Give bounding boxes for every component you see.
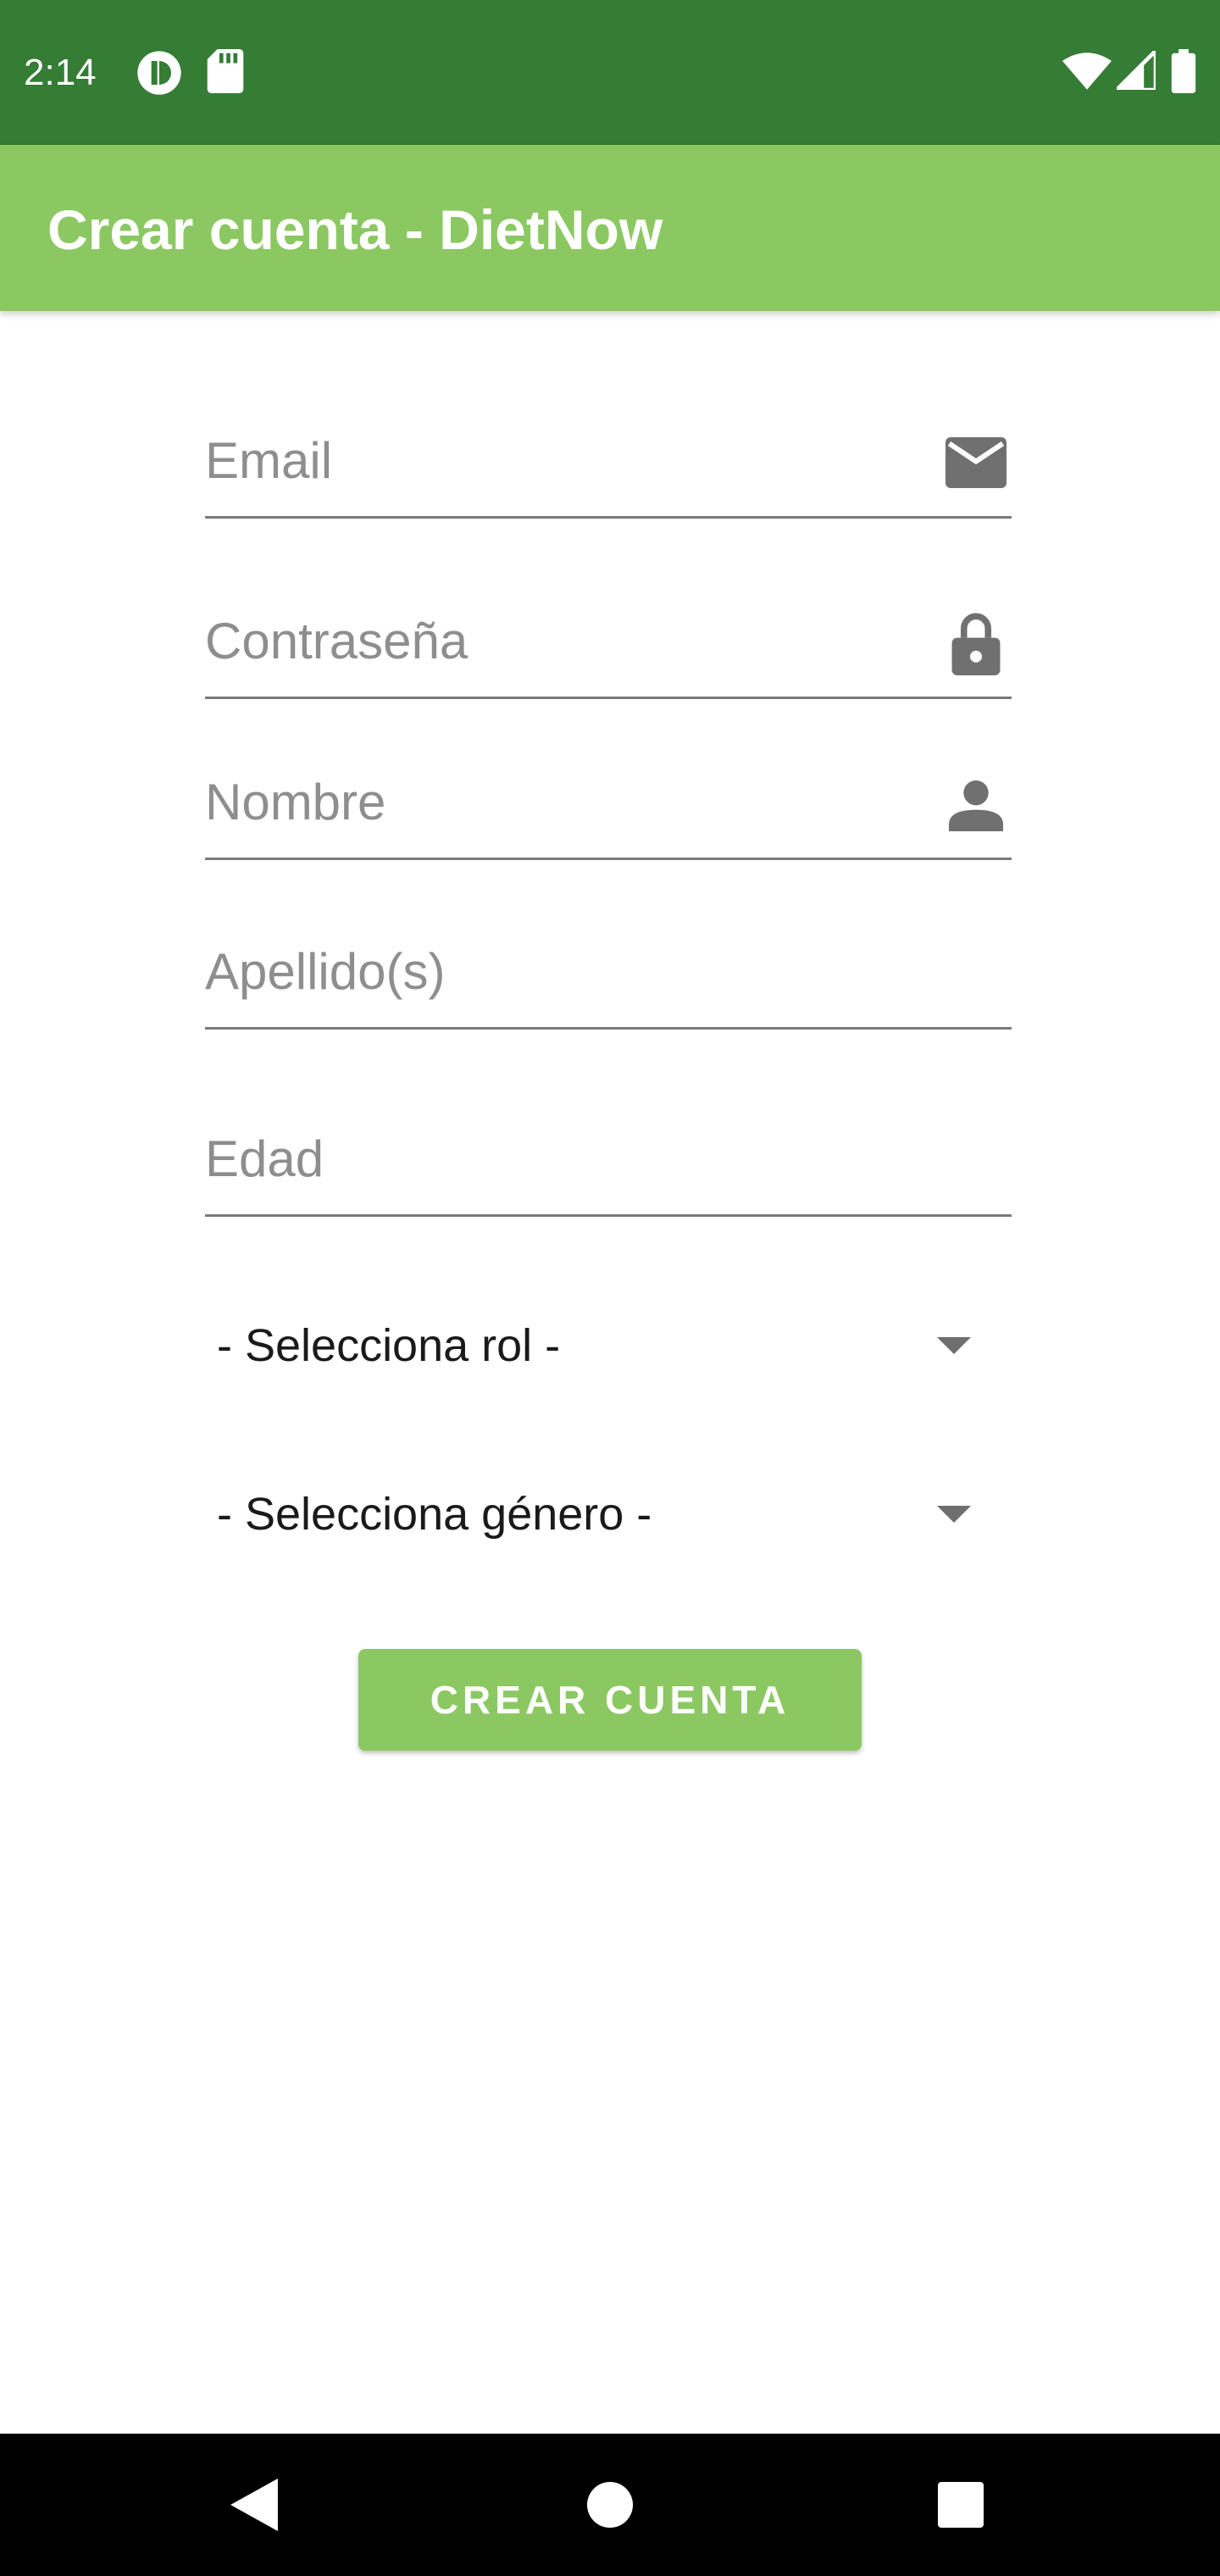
dropdown-arrow-icon	[937, 1337, 971, 1354]
battery-icon	[1171, 49, 1196, 93]
home-icon[interactable]	[539, 2434, 681, 2576]
gender-select[interactable]: - Selecciona género -	[205, 1463, 1012, 1565]
password-field[interactable]	[205, 597, 1012, 699]
password-field-container	[205, 597, 1012, 699]
age-field[interactable]	[205, 1115, 1012, 1217]
app-notification-icon	[136, 49, 183, 97]
navigation-bar	[0, 2434, 1220, 2576]
person-icon	[944, 772, 1008, 836]
last-name-field-container	[205, 928, 1012, 1030]
page-title: Crear cuenta - DietNow	[47, 198, 663, 261]
lock-icon	[944, 611, 1008, 675]
sd-card-icon	[207, 49, 244, 93]
screen: 2:14 Crear cuenta - DietNow Email Contra…	[0, 0, 1220, 2576]
app-bar: Crear cuenta - DietNow	[0, 145, 1220, 311]
dropdown-arrow-icon	[937, 1506, 971, 1523]
email-field[interactable]	[205, 417, 1012, 519]
gender-select-value: - Selecciona género -	[217, 1489, 652, 1540]
back-icon[interactable]	[183, 2434, 325, 2576]
role-select[interactable]: - Selecciona rol -	[205, 1295, 1012, 1396]
create-account-button[interactable]: CREAR CUENTA	[358, 1649, 862, 1751]
status-time: 2:14	[24, 52, 97, 93]
first-name-field-container	[205, 758, 1012, 860]
status-bar: 2:14	[0, 0, 1220, 145]
wifi-icon	[1062, 53, 1112, 90]
role-select-value: - Selecciona rol -	[217, 1320, 561, 1371]
email-field-container	[205, 417, 1012, 519]
signal-icon	[1117, 51, 1156, 90]
recents-icon[interactable]	[890, 2434, 1032, 2576]
first-name-field[interactable]	[205, 758, 1012, 860]
age-field-container	[205, 1115, 1012, 1217]
last-name-field[interactable]	[205, 928, 1012, 1030]
mail-icon	[944, 430, 1008, 495]
